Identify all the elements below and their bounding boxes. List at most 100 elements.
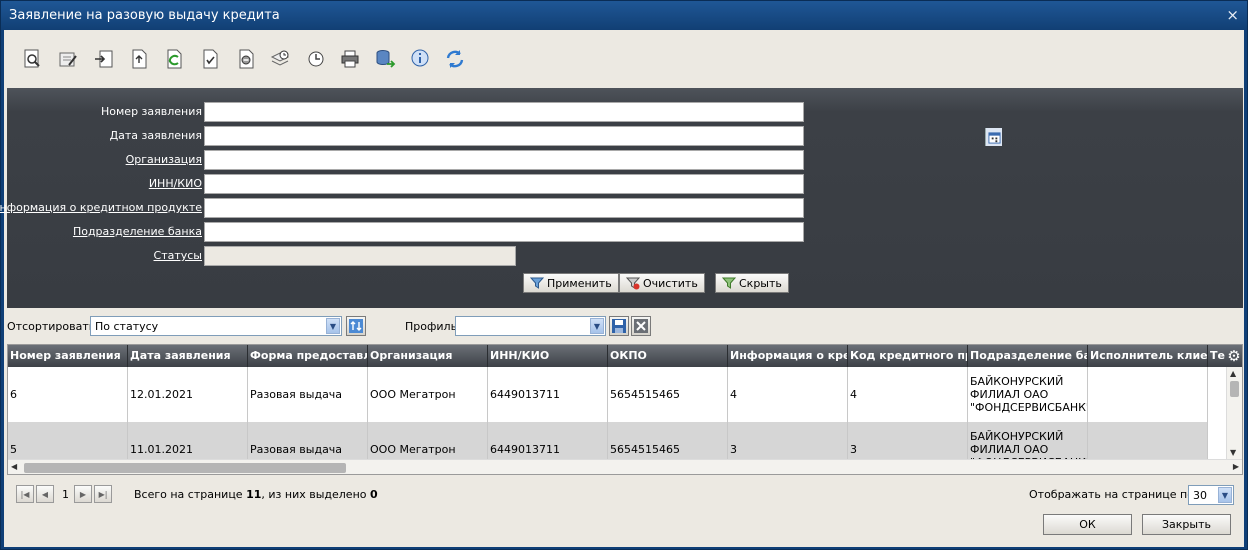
table-cell: Разовая выдача bbox=[248, 367, 368, 422]
inn-kio-link[interactable]: ИНН/КИО bbox=[149, 177, 202, 190]
prev-page-icon[interactable]: ◀ bbox=[36, 485, 54, 503]
column-header[interactable]: Информация о кредитном продукте bbox=[728, 345, 848, 367]
export-icon[interactable] bbox=[90, 44, 118, 74]
save-icon bbox=[612, 319, 626, 333]
organization-input[interactable] bbox=[204, 150, 804, 170]
funnel-icon bbox=[530, 277, 544, 289]
ok-button[interactable]: ОК bbox=[1043, 514, 1132, 535]
sort-toolbar: Отсортировать По статусу ▼ Профиль ▼ bbox=[7, 314, 1243, 338]
table-row[interactable]: 6 12.01.2021 Разовая выдача ООО Мегатрон… bbox=[8, 367, 1208, 422]
filter-row-inn: ИНН/КИО bbox=[7, 174, 827, 196]
table-cell: 4 bbox=[728, 367, 848, 422]
refresh-document-icon[interactable] bbox=[160, 44, 188, 74]
page-summary: Всего на странице 11, из них выделено 0 bbox=[134, 488, 378, 501]
info-icon[interactable] bbox=[406, 44, 434, 74]
sort-select[interactable]: По статусу ▼ bbox=[90, 316, 342, 336]
bank-department-input[interactable] bbox=[204, 222, 804, 242]
profile-label: Профиль bbox=[405, 320, 458, 333]
credit-product-link[interactable]: Информация о кредитном продукте bbox=[0, 201, 202, 214]
statuses-link[interactable]: Статусы bbox=[154, 249, 202, 262]
applications-table: Номер заявления Дата заявления Форма пре… bbox=[7, 344, 1243, 475]
chevron-down-icon: ▼ bbox=[1218, 487, 1232, 503]
close-button[interactable]: Закрыть bbox=[1142, 514, 1231, 535]
dialog-window: Заявление на разовую выдачу кредита × Но… bbox=[0, 0, 1248, 550]
scroll-down-icon[interactable]: ▼ bbox=[1230, 448, 1236, 457]
column-header[interactable]: Организация bbox=[368, 345, 488, 367]
application-number-input[interactable] bbox=[204, 102, 804, 122]
column-header[interactable]: Подразделение банка bbox=[968, 345, 1088, 367]
profile-select[interactable]: ▼ bbox=[455, 316, 606, 336]
view-icon[interactable] bbox=[18, 44, 46, 74]
filter-row-date: Дата заявления bbox=[7, 126, 1002, 148]
window-title: Заявление на разовую выдачу кредита bbox=[9, 8, 280, 23]
column-header[interactable]: Форма предоставления bbox=[248, 345, 368, 367]
clear-button[interactable]: Очистить bbox=[619, 273, 705, 293]
column-header[interactable]: Код кредитного продукта bbox=[848, 345, 968, 367]
edit-icon[interactable] bbox=[54, 44, 82, 74]
column-header[interactable]: Исполнитель клиента bbox=[1088, 345, 1208, 367]
delete-profile-button[interactable] bbox=[631, 316, 651, 336]
check-document-icon[interactable] bbox=[196, 44, 224, 74]
table-cell: БАЙКОНУРСКИЙ ФИЛИАЛ ОАО "ФОНДСЕРВИСБАНК" bbox=[968, 367, 1088, 422]
next-page-icon[interactable]: ▶ bbox=[74, 485, 92, 503]
inn-kio-input[interactable] bbox=[204, 174, 804, 194]
selected-count: 0 bbox=[369, 488, 378, 501]
current-page: 1 bbox=[62, 488, 69, 501]
delete-icon bbox=[634, 319, 648, 333]
per-page-label: Отображать на странице по bbox=[1029, 488, 1194, 501]
sort-direction-icon bbox=[349, 319, 363, 333]
filter-row-product: Информация о кредитном продукте bbox=[0, 198, 827, 220]
vertical-scrollbar[interactable]: ▲ ▼ bbox=[1226, 367, 1242, 459]
per-page-control: Отображать на странице по 30 ▼ bbox=[1029, 485, 1234, 505]
horizontal-scroll-thumb[interactable] bbox=[24, 463, 346, 473]
column-header[interactable]: Номер заявления bbox=[8, 345, 128, 367]
close-icon[interactable]: × bbox=[1226, 6, 1239, 24]
application-date-input[interactable] bbox=[204, 126, 1002, 146]
page-summary-mid: , из них выделено bbox=[261, 488, 370, 501]
first-page-icon[interactable]: |◀ bbox=[16, 485, 34, 503]
clear-filter-icon bbox=[626, 277, 640, 290]
sort-select-value: По статусу bbox=[95, 320, 159, 333]
filter-row-organization: Организация bbox=[7, 150, 827, 172]
column-header[interactable]: Дата заявления bbox=[128, 345, 248, 367]
organization-link[interactable]: Организация bbox=[126, 153, 202, 166]
table-cell: 12.01.2021 bbox=[128, 367, 248, 422]
bank-department-link[interactable]: Подразделение банка bbox=[73, 225, 202, 238]
sort-direction-button[interactable] bbox=[346, 316, 366, 336]
scroll-left-icon[interactable]: ◀ bbox=[11, 462, 17, 471]
table-cell: 6 bbox=[8, 367, 128, 422]
column-header[interactable]: ОКПО bbox=[608, 345, 728, 367]
chevron-down-icon: ▼ bbox=[326, 318, 340, 334]
stop-document-icon[interactable] bbox=[232, 44, 260, 74]
filter-row-number: Номер заявления bbox=[7, 102, 827, 124]
scroll-up-icon[interactable]: ▲ bbox=[1230, 369, 1236, 378]
horizontal-scrollbar[interactable]: ◀ ▶ bbox=[8, 459, 1242, 474]
per-page-select[interactable]: 30 ▼ bbox=[1188, 485, 1234, 505]
hide-button[interactable]: Скрыть bbox=[715, 273, 789, 293]
dialog-content: Номер заявления Дата заявления Организац… bbox=[0, 30, 1244, 547]
statuses-input[interactable] bbox=[204, 246, 516, 266]
table-cell: 5654515465 bbox=[608, 367, 728, 422]
save-profile-button[interactable] bbox=[609, 316, 629, 336]
table-cell: 4 bbox=[848, 367, 968, 422]
print-icon[interactable] bbox=[336, 44, 364, 74]
per-page-value: 30 bbox=[1193, 489, 1207, 502]
table-header: Номер заявления Дата заявления Форма пре… bbox=[8, 345, 1242, 367]
credit-product-input[interactable] bbox=[204, 198, 804, 218]
vertical-scroll-thumb[interactable] bbox=[1230, 381, 1239, 397]
gear-icon[interactable]: ⚙ bbox=[1225, 347, 1242, 365]
scroll-right-icon[interactable]: ▶ bbox=[1233, 462, 1239, 471]
last-page-icon[interactable]: ▶| bbox=[94, 485, 112, 503]
clear-button-label: Очистить bbox=[643, 276, 698, 290]
filter-label-number: Номер заявления bbox=[101, 105, 202, 118]
column-header[interactable]: ИНН/КИО bbox=[488, 345, 608, 367]
calendar-icon[interactable] bbox=[985, 128, 1002, 146]
document-icon[interactable] bbox=[125, 44, 153, 74]
history-icon[interactable] bbox=[302, 44, 330, 74]
table-cell bbox=[1088, 367, 1208, 422]
reload-icon[interactable] bbox=[441, 44, 469, 74]
schedule-icon[interactable] bbox=[266, 44, 294, 74]
database-icon[interactable] bbox=[371, 44, 399, 74]
sort-label: Отсортировать bbox=[7, 320, 96, 333]
apply-button[interactable]: Применить bbox=[523, 273, 619, 293]
